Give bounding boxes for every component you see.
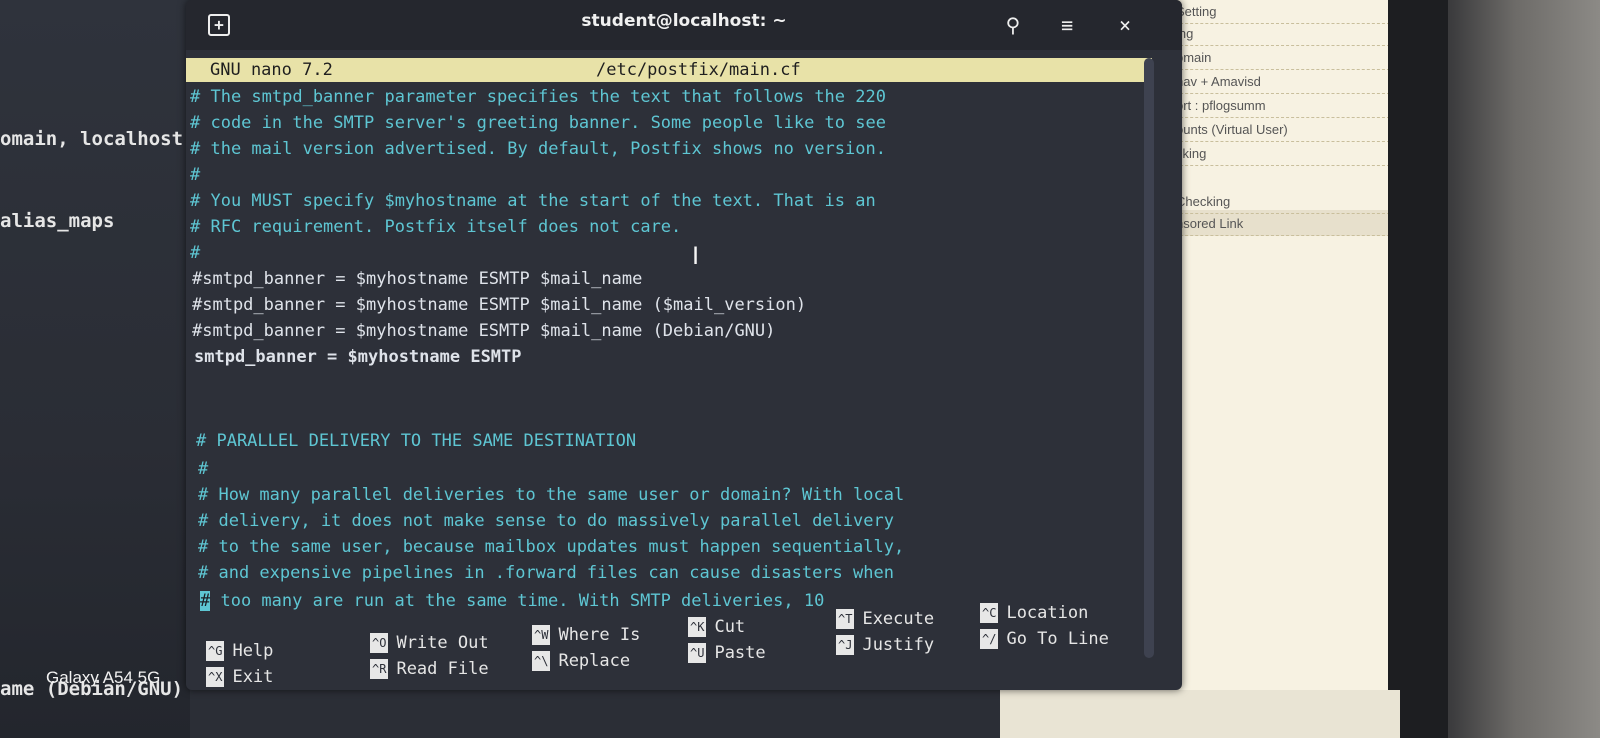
shortcut-read-file[interactable]: ^R Read File [370, 656, 489, 682]
editor-line: # [190, 243, 201, 263]
editor-line-cursor: # too many are run at the same time. Wit… [200, 588, 824, 614]
hamburger-menu-icon[interactable]: ≡ [1052, 10, 1082, 40]
shortcut-where-is[interactable]: ^W Where Is [532, 622, 640, 648]
close-icon[interactable]: × [1110, 10, 1140, 40]
panel-item[interactable]: ounts (Virtual User) [1170, 118, 1390, 142]
shortcut-exit[interactable]: ^X Exit [206, 664, 273, 690]
shortcut-justify[interactable]: ^J Justify [836, 632, 934, 658]
nano-filename: /etc/postfix/main.cf [596, 60, 801, 80]
editor-line: # the mail version advertised. By defaul… [190, 139, 886, 159]
shortcut-replace[interactable]: ^\ Replace [532, 648, 630, 674]
background-browser-panel: Setting ing omain nav + Amavisd ort : pf… [1170, 0, 1390, 738]
panel-item[interactable]: omain [1170, 46, 1390, 70]
terminal-window: + student@localhost: ~ ⚲ ≡ × GNU nano 7.… [186, 0, 1182, 690]
shortcut-bar: ^G Help ^X Exit ^O Write Out ^R Read File ^W… [186, 603, 1182, 690]
window-title: student@localhost: ~ [581, 11, 787, 31]
nano-version: GNU nano 7.2 [210, 60, 333, 80]
editor-line: smtpd_banner = $myhostname ESMTP [194, 347, 522, 367]
editor-line: # RFC requirement. Postfix itself does n… [190, 217, 682, 237]
background-text-line: alias_maps [0, 210, 115, 232]
shortcut-cut[interactable]: ^K Cut [688, 614, 745, 640]
panel-item[interactable]: nsored Link [1170, 212, 1390, 236]
panel-item[interactable]: cking [1170, 142, 1390, 166]
nano-header: GNU nano 7.2 /etc/postfix/main.cf [186, 58, 1152, 82]
monitor-bezel [1388, 0, 1448, 738]
panel-item[interactable]: ing [1170, 22, 1390, 46]
shortcut-location[interactable]: ^C Location [980, 600, 1088, 626]
editor-line: #smtpd_banner = $myhostname ESMTP $mail_… [192, 269, 643, 289]
editor-line: # PARALLEL DELIVERY TO THE SAME DESTINAT… [196, 431, 637, 451]
editor-line-text: too many are run at the same time. With … [210, 591, 825, 611]
background-terminal: omain, localhost alias_maps ame (Debian/… [0, 0, 190, 738]
scrollbar[interactable] [1144, 58, 1154, 658]
editor-line: # code in the SMTP server's greeting ban… [190, 113, 886, 133]
phone-watermark: Galaxy A54 5G [46, 668, 161, 687]
editor-area[interactable]: # The smtpd_banner parameter specifies t… [186, 84, 1136, 624]
shortcut-go-to-line[interactable]: ^/Go To Line [980, 626, 1109, 652]
editor-line: # How many parallel deliveries to the sa… [198, 485, 905, 505]
background-strip [1000, 690, 1400, 738]
mouse-ibeam-icon: I [692, 242, 700, 270]
editor-line: #smtpd_banner = $myhostname ESMTP $mail_… [192, 321, 776, 341]
editor-line: # The smtpd_banner parameter specifies t… [190, 87, 886, 107]
shortcut-write-out[interactable]: ^O Write Out [370, 630, 489, 656]
background-text-line: omain, localhost [0, 128, 184, 150]
panel-item[interactable]: Checking [1170, 190, 1390, 214]
panel-item[interactable]: Setting [1170, 0, 1390, 24]
shortcut-paste[interactable]: ^U Paste [688, 640, 766, 666]
search-icon[interactable]: ⚲ [998, 10, 1028, 40]
editor-line: # to the same user, because mailbox upda… [198, 537, 905, 557]
editor-line: # [190, 165, 201, 185]
editor-line: # You MUST specify $myhostname at the st… [190, 191, 876, 211]
panel-item[interactable]: nav + Amavisd [1170, 70, 1390, 94]
editor-line: # delivery, it does not make sense to do… [198, 511, 894, 531]
title-bar: + student@localhost: ~ ⚲ ≡ × [186, 0, 1182, 50]
shortcut-execute[interactable]: ^T Execute [836, 606, 934, 632]
panel-item[interactable]: ort : pflogsumm [1170, 94, 1390, 118]
editor-line: # and expensive pipelines in .forward fi… [198, 563, 894, 583]
editor-line: #smtpd_banner = $myhostname ESMTP $mail_… [192, 295, 807, 315]
text-cursor: # [200, 591, 211, 611]
shortcut-help[interactable]: ^G Help [206, 638, 273, 664]
editor-line: # [198, 459, 209, 479]
